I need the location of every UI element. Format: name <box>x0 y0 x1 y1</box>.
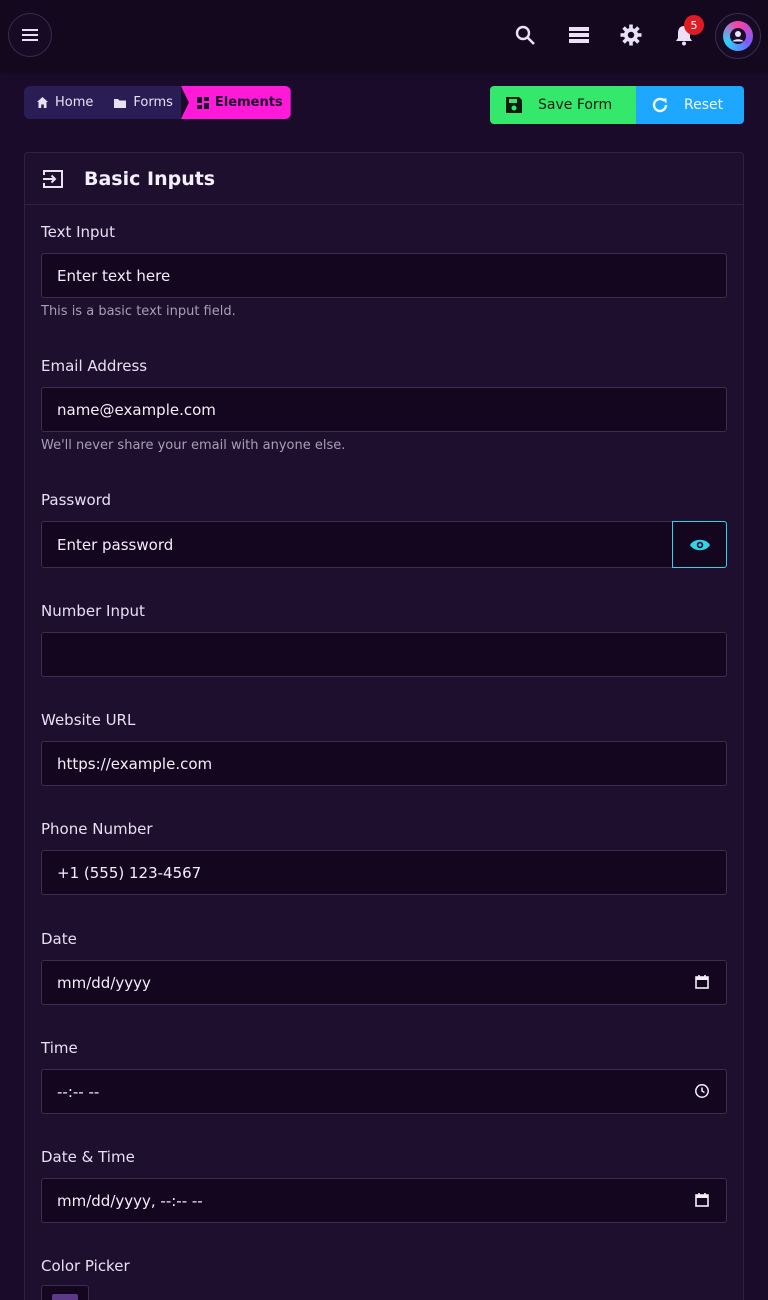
url-field[interactable]: https://example.com <box>41 741 727 786</box>
time-label: Time <box>41 1039 78 1057</box>
dashboard-icon <box>196 96 209 109</box>
gear-icon <box>620 24 642 46</box>
avatar[interactable] <box>715 13 761 59</box>
folder-icon <box>114 98 127 108</box>
phone-field[interactable]: +1 (555) 123-4567 <box>41 850 727 895</box>
datetime-placeholder: mm/dd/yyyy, --:-- -- <box>57 1191 203 1210</box>
reset-label: Reset <box>684 97 724 113</box>
breadcrumb-elements-label: Elements <box>214 95 283 110</box>
breadcrumb-forms[interactable]: Forms <box>101 86 181 119</box>
eye-icon <box>689 539 710 550</box>
email-field[interactable]: name@example.com <box>41 387 727 432</box>
datetime-label: Date & Time <box>41 1148 135 1166</box>
card-header: Basic Inputs <box>25 153 743 205</box>
storage-button[interactable] <box>567 23 591 47</box>
text-input[interactable]: Enter text here <box>41 253 727 298</box>
phone-placeholder: +1 (555) 123-4567 <box>57 863 202 882</box>
settings-button[interactable] <box>619 23 643 47</box>
text-input-help: This is a basic text input field. <box>41 304 236 319</box>
calendar-icon[interactable] <box>694 1192 710 1208</box>
password-label: Password <box>41 491 112 509</box>
date-placeholder: mm/dd/yyyy <box>57 973 151 992</box>
date-label: Date <box>41 930 77 948</box>
hamburger-menu-icon <box>22 29 38 41</box>
color-swatch <box>52 1294 78 1300</box>
text-input-placeholder: Enter text here <box>57 266 171 285</box>
search-icon <box>515 25 535 45</box>
url-placeholder: https://example.com <box>57 754 213 773</box>
search-button[interactable] <box>513 23 537 47</box>
text-input-label: Text Input <box>41 223 115 241</box>
home-icon <box>37 97 48 108</box>
breadcrumb-home[interactable]: Home <box>24 86 102 119</box>
breadcrumb: Home Forms Elements <box>24 86 291 119</box>
notification-badge: 5 <box>684 15 704 35</box>
breadcrumb-forms-label: Forms <box>133 95 173 110</box>
reset-button[interactable]: Reset <box>636 86 744 124</box>
breadcrumb-elements[interactable]: Elements <box>180 86 291 119</box>
email-label: Email Address <box>41 357 148 375</box>
refresh-icon <box>652 97 668 113</box>
time-placeholder: --:-- -- <box>57 1082 100 1101</box>
number-field[interactable] <box>41 632 727 677</box>
card-title: Basic Inputs <box>84 167 216 190</box>
password-placeholder: Enter password <box>57 535 174 554</box>
datetime-field[interactable]: mm/dd/yyyy, --:-- -- <box>41 1178 727 1223</box>
breadcrumb-home-label: Home <box>55 95 94 110</box>
number-label: Number Input <box>41 602 145 620</box>
date-field[interactable]: mm/dd/yyyy <box>41 960 727 1005</box>
save-icon <box>506 97 522 113</box>
toggle-password-button[interactable] <box>672 521 727 568</box>
top-navbar: 5 <box>0 0 768 70</box>
storage-icon <box>569 27 589 43</box>
email-placeholder: name@example.com <box>57 400 216 419</box>
color-picker[interactable] <box>41 1285 89 1300</box>
login-icon <box>43 169 63 188</box>
menu-button[interactable] <box>8 13 52 57</box>
email-help: We'll never share your email with anyone… <box>41 438 346 453</box>
phone-label: Phone Number <box>41 820 153 838</box>
user-avatar-icon <box>723 21 753 51</box>
calendar-icon[interactable] <box>694 974 710 990</box>
save-form-button[interactable]: Save Form <box>490 86 636 124</box>
password-field[interactable]: Enter password <box>41 521 673 568</box>
color-picker-label: Color Picker <box>41 1257 130 1275</box>
clock-icon[interactable] <box>694 1083 710 1099</box>
save-form-label: Save Form <box>538 97 613 113</box>
basic-inputs-card: Basic Inputs Text Input Enter text here … <box>24 152 744 1300</box>
url-label: Website URL <box>41 711 136 729</box>
time-field[interactable]: --:-- -- <box>41 1069 727 1114</box>
